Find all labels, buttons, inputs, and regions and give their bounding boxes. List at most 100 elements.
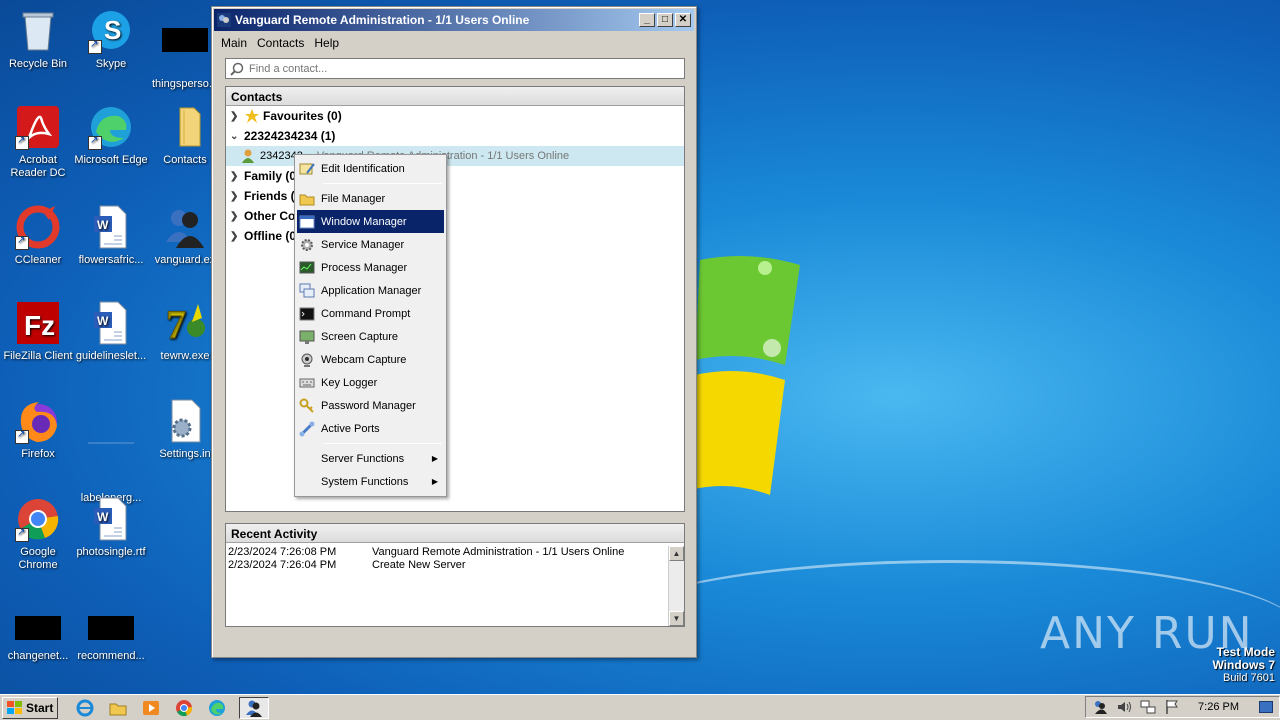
chevron-right-icon[interactable]: ❯ (230, 211, 240, 222)
ports-icon (299, 421, 315, 436)
ccleaner-icon (15, 204, 61, 250)
menu-bar: Main Contacts Help (212, 33, 696, 53)
activity-header: Recent Activity (226, 524, 684, 543)
search-box[interactable] (225, 58, 685, 79)
desktop-icon-flowersafric[interactable]: W flowersafric... (73, 204, 149, 267)
svg-text:W: W (97, 510, 109, 524)
action-center-flag-icon[interactable] (1164, 699, 1180, 715)
desktop-icon-recommend[interactable]: recommend... (73, 612, 149, 663)
menu-main[interactable]: Main (216, 36, 252, 50)
activity-row[interactable]: 2/23/2024 7:26:08 PM Vanguard Remote Adm… (226, 546, 684, 559)
taskbar-chrome-icon[interactable] (173, 697, 195, 719)
desktop-icon-filezilla[interactable]: Fz FileZilla Client (0, 300, 76, 363)
gear-icon (301, 238, 313, 251)
menu-item-application-manager[interactable]: Application Manager (297, 279, 444, 302)
taskbar-ie-icon[interactable] (74, 697, 96, 719)
menu-item-screen-capture[interactable]: Screen Capture (297, 325, 444, 348)
word-doc-icon: W (88, 300, 134, 346)
desktop-icon-chrome[interactable]: Google Chrome (0, 496, 76, 572)
window-icon (299, 215, 315, 228)
acrobat-icon (15, 104, 61, 150)
chrome-icon (15, 496, 61, 542)
desktop-icon-recycle-bin[interactable]: Recycle Bin (0, 8, 76, 71)
menu-item-key-logger[interactable]: Key Logger (297, 371, 444, 394)
scroll-down-icon[interactable]: ▼ (669, 611, 684, 626)
taskbar-media-player-icon[interactable] (140, 697, 162, 719)
contacts-header: Contacts (226, 87, 684, 106)
desktop-icon-edge[interactable]: Microsoft Edge (73, 104, 149, 167)
desktop-icon-changenet[interactable]: changenet... (0, 612, 76, 663)
taskbar-edge-icon[interactable] (206, 697, 228, 719)
window-titlebar[interactable]: Vanguard Remote Administration - 1/1 Use… (214, 9, 694, 31)
menu-item-process-manager[interactable]: Process Manager (297, 256, 444, 279)
word-doc-icon: W (88, 204, 134, 250)
maximize-button[interactable]: □ (657, 13, 673, 27)
chevron-right-icon[interactable]: ❯ (230, 111, 240, 122)
recent-activity-pane[interactable]: Recent Activity 2/23/2024 7:26:08 PM Van… (225, 523, 685, 627)
volume-icon[interactable] (1116, 699, 1132, 715)
chevron-right-icon[interactable]: ❯ (230, 171, 240, 182)
window-title: Vanguard Remote Administration - 1/1 Use… (235, 13, 530, 27)
system-tray: 7:26 PM (1085, 696, 1280, 718)
edit-id-icon (299, 162, 315, 174)
desktop-icon-ccleaner[interactable]: CCleaner (0, 204, 76, 267)
contact-context-menu[interactable]: Edit Identification File Manager Window … (294, 154, 447, 497)
group-favourites[interactable]: ❯ Favourites (0) (226, 106, 684, 126)
svg-text:W: W (97, 218, 109, 232)
submenu-arrow-icon: ▶ (431, 454, 438, 463)
clock[interactable]: 7:26 PM (1198, 701, 1239, 713)
desktop-icon-acrobat[interactable]: Acrobat Reader DC (0, 104, 76, 180)
process-icon (299, 261, 315, 273)
skype-icon: S (88, 8, 134, 54)
search-input[interactable] (249, 62, 649, 75)
chevron-right-icon[interactable]: ❯ (230, 231, 240, 242)
desktop-icon-photosingle[interactable]: W photosingle.rtf (73, 496, 149, 559)
start-button[interactable]: Start (2, 696, 59, 719)
menu-item-edit-identification[interactable]: Edit Identification (297, 157, 444, 180)
menu-item-active-ports[interactable]: Active Ports (297, 417, 444, 440)
activity-scrollbar[interactable]: ▲ ▼ (668, 546, 684, 626)
test-mode-watermark: Test Mode Windows 7 Build 7601 (1212, 645, 1275, 685)
folder-icon (299, 194, 315, 205)
taskbar-explorer-icon[interactable] (107, 697, 129, 719)
menu-item-file-manager[interactable]: File Manager (297, 187, 444, 210)
chevron-down-icon[interactable]: ⌄ (230, 131, 240, 142)
file-icon (88, 442, 134, 488)
show-desktop-button[interactable] (1259, 701, 1273, 713)
menu-item-command-prompt[interactable]: Command Prompt (297, 302, 444, 325)
menu-help[interactable]: Help (309, 36, 344, 50)
desktop-icon-firefox[interactable]: Firefox (0, 398, 76, 461)
menu-item-webcam-capture[interactable]: Webcam Capture (297, 348, 444, 371)
scroll-up-icon[interactable]: ▲ (669, 546, 684, 561)
desktop-icon-guidelineslet[interactable]: W guidelineslet... (73, 300, 149, 363)
recycle-bin-icon (15, 8, 61, 54)
taskbar-vanguard-icon[interactable] (239, 696, 270, 719)
vanguard-app-icon (217, 13, 231, 27)
minimize-button[interactable]: _ (639, 13, 655, 27)
menu-contacts[interactable]: Contacts (252, 36, 309, 50)
desktop-icon-labelenerg[interactable]: labelenerg... (73, 398, 149, 505)
chevron-right-icon[interactable]: ❯ (230, 191, 240, 202)
screen-icon (299, 330, 315, 344)
desktop-icon-skype[interactable]: S Skype (73, 8, 149, 71)
menu-item-service-manager[interactable]: Service Manager (297, 233, 444, 256)
menu-item-server-functions[interactable]: Server Functions ▶ (297, 447, 444, 470)
file-icon (162, 28, 208, 74)
star-icon (245, 109, 259, 123)
key-icon (299, 398, 314, 413)
activity-row[interactable]: 2/23/2024 7:26:04 PM Create New Server (226, 559, 684, 572)
settings-ini-icon (162, 398, 208, 444)
menu-separator (323, 443, 442, 444)
network-icon[interactable] (1140, 699, 1156, 715)
terminal-icon (299, 307, 315, 320)
apps-icon (299, 283, 315, 297)
close-button[interactable]: ✕ (675, 13, 691, 27)
svg-text:W: W (97, 314, 109, 328)
vanguard-window[interactable]: Vanguard Remote Administration - 1/1 Use… (211, 6, 697, 658)
menu-item-password-manager[interactable]: Password Manager (297, 394, 444, 417)
group-22324234234[interactable]: ⌄ 22324234234 (1) (226, 126, 684, 146)
tray-vanguard-icon[interactable] (1092, 699, 1108, 715)
menu-item-system-functions[interactable]: System Functions ▶ (297, 470, 444, 493)
menu-item-window-manager[interactable]: Window Manager (297, 210, 444, 233)
taskbar: Start 7:26 PM (0, 694, 1280, 720)
